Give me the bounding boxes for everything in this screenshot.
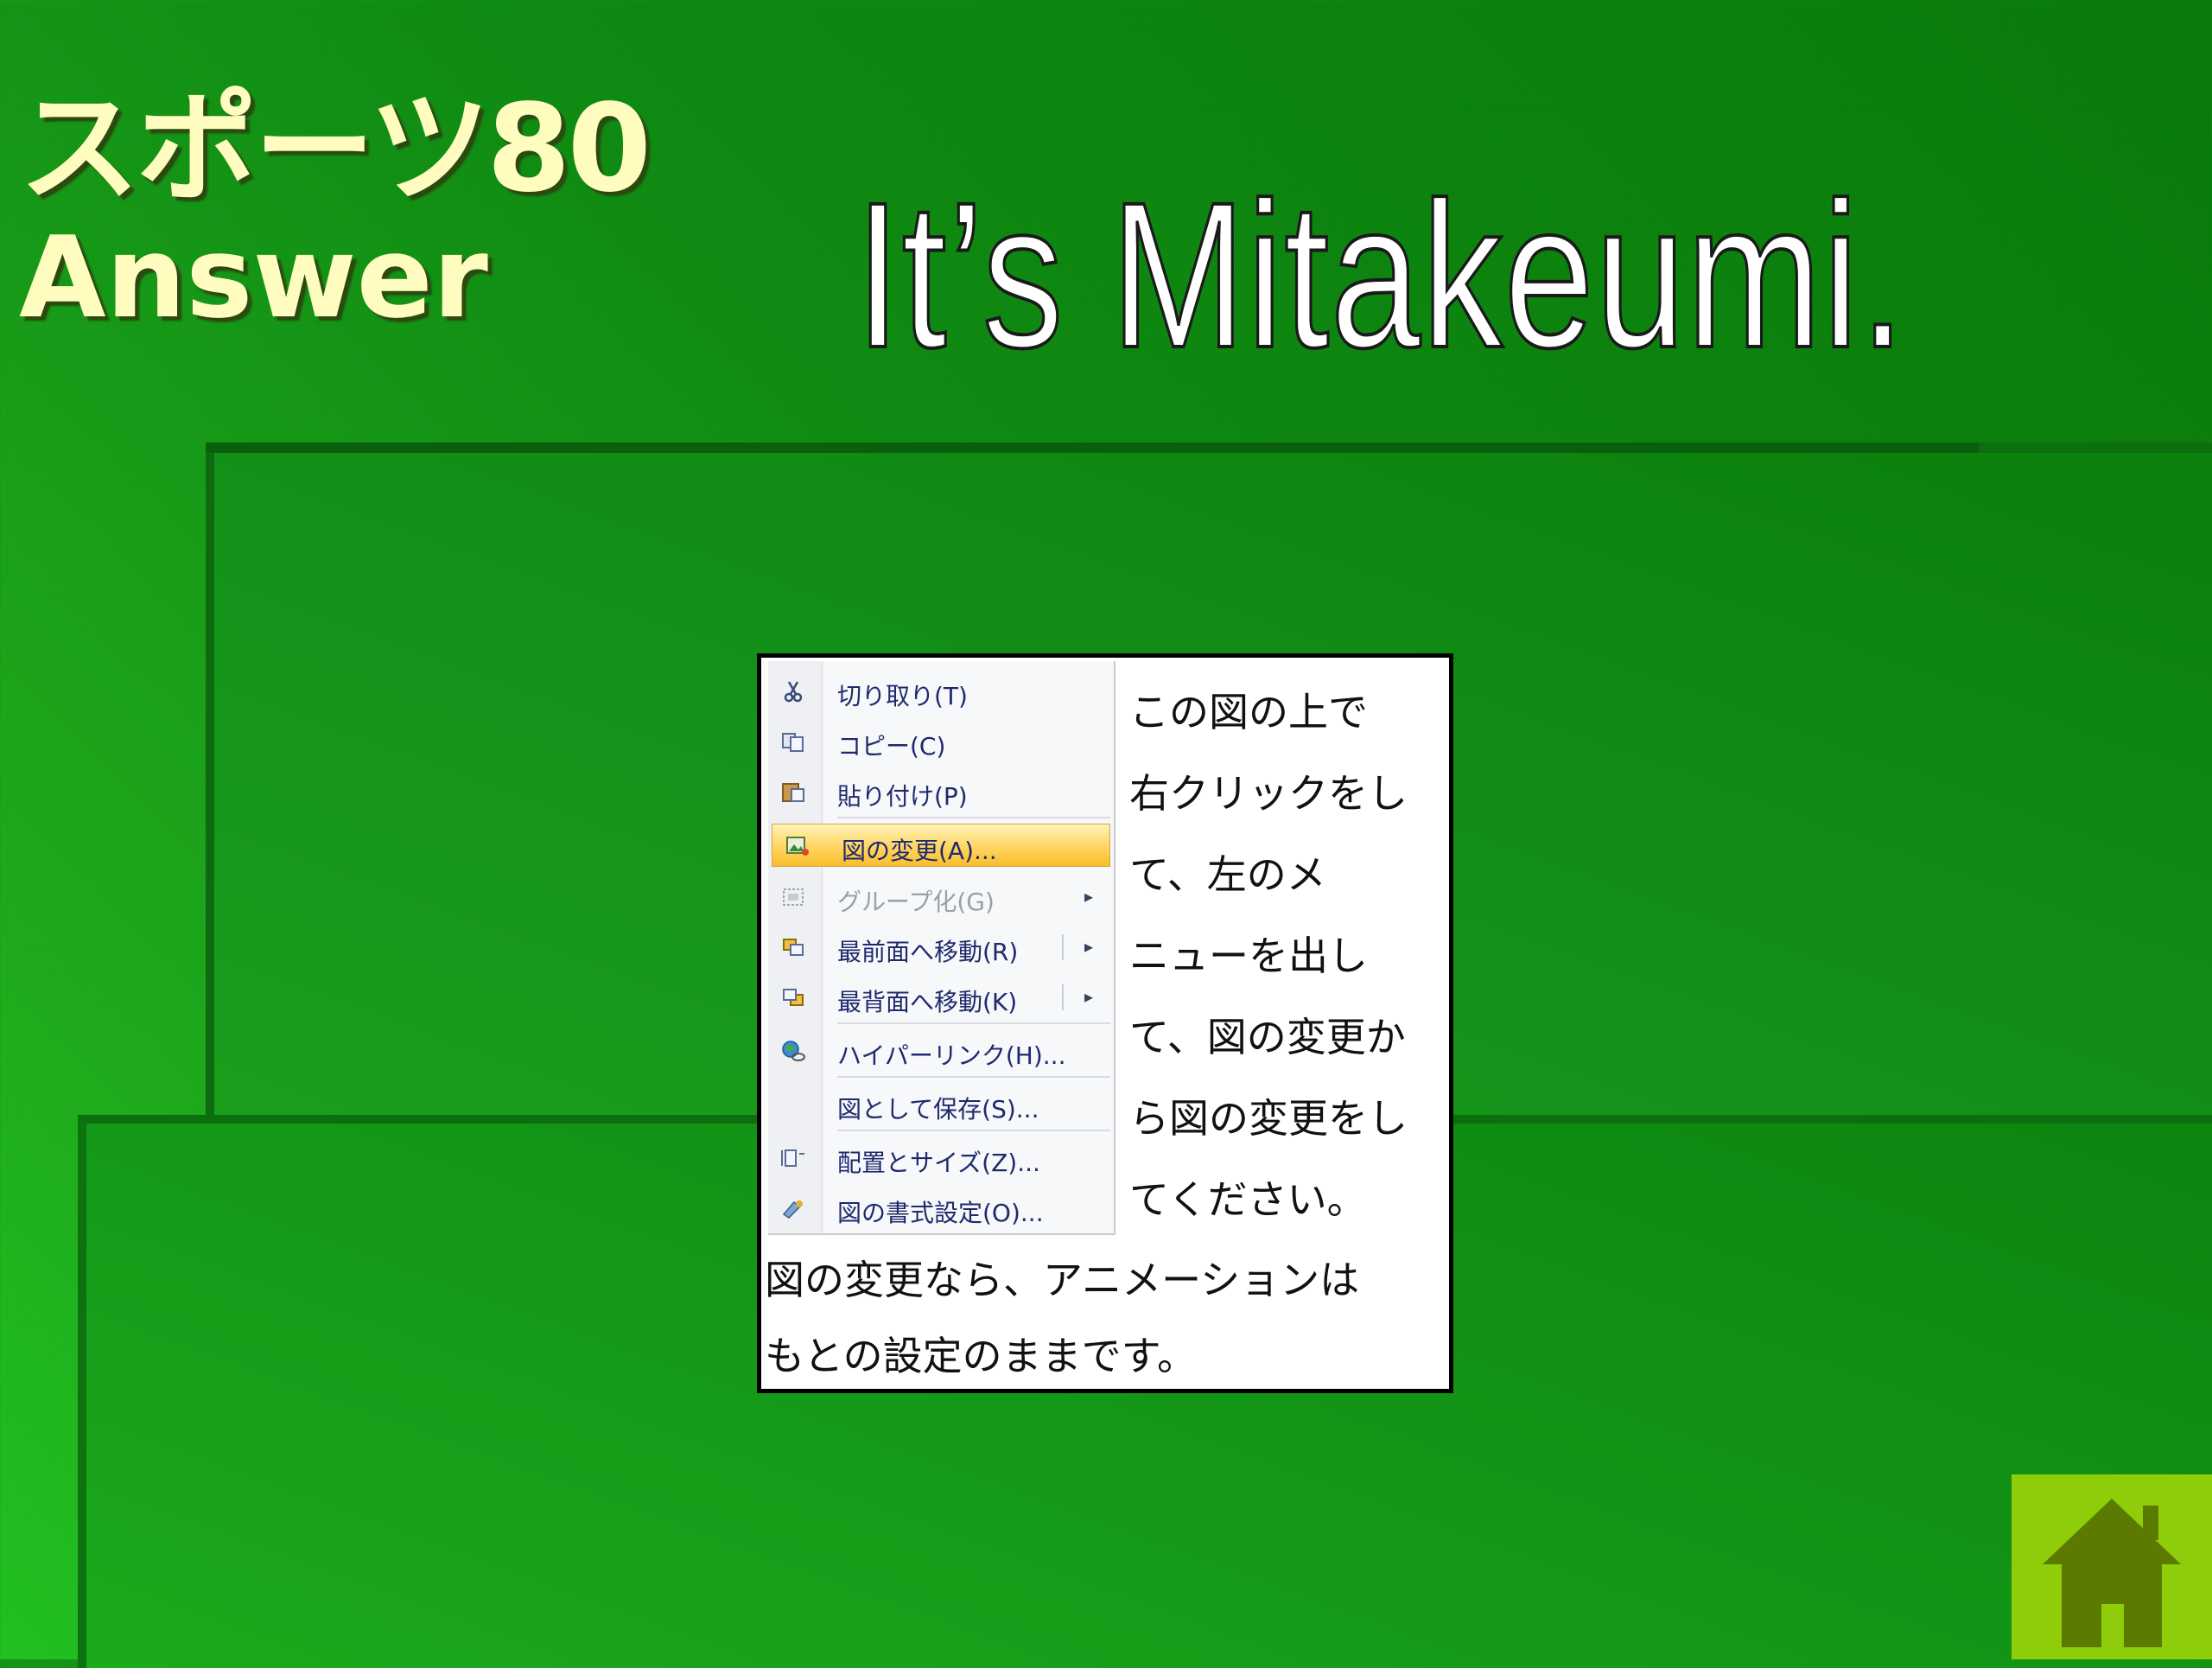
change-picture-icon: [785, 835, 810, 857]
slide-title: スポーツ80 Answer: [19, 79, 652, 343]
instruction-line: この図の上で: [1129, 689, 1368, 735]
menu-item-label: 図として保存(S)...: [837, 1095, 1039, 1124]
menu-item-label: 図の書式設定(O)...: [837, 1199, 1044, 1227]
scissors-icon: [780, 680, 806, 703]
menu-separator: [837, 817, 1110, 818]
menu-item-size-and-position: 配置とサイズ(Z)...: [768, 1136, 1114, 1180]
menu-item-cut: 切り取り(T): [768, 670, 1114, 713]
context-menu-image: 切り取り(T) コピー(C) 貼り付け(P) 図の変更(A)... グループ化(…: [768, 661, 1116, 1235]
menu-separator: [837, 1130, 1110, 1131]
menu-item-format-picture: 図の書式設定(O)...: [768, 1187, 1114, 1230]
instruction-line: てください。: [1129, 1176, 1367, 1223]
note-line: 図の変更なら、アニメーションは: [765, 1257, 1360, 1303]
menu-separator: [837, 1076, 1110, 1078]
instruction-line: ら図の変更をし: [1129, 1095, 1408, 1142]
size-position-icon: [780, 1147, 806, 1169]
menu-item-paste: 貼り付け(P): [768, 770, 1114, 813]
menu-item-hyperlink: ハイパーリンク(H)...: [768, 1029, 1114, 1073]
menu-item-label: 図の変更(A)...: [842, 837, 997, 865]
menu-item-copy: コピー(C): [768, 720, 1114, 763]
hyperlink-icon: [780, 1040, 806, 1062]
group-icon: [780, 886, 806, 908]
note-line: もとの設定のままです。: [765, 1333, 1198, 1379]
submenu-arrow-icon: ▸: [1084, 936, 1093, 957]
menu-item-label: ハイパーリンク(H)...: [837, 1041, 1066, 1070]
menu-split-divider: [1062, 934, 1064, 960]
instruction-line: て、図の変更か: [1129, 1014, 1406, 1060]
bring-to-front-icon: [780, 936, 806, 958]
menu-item-label: コピー(C): [837, 732, 946, 761]
submenu-arrow-icon: ▸: [1084, 986, 1093, 1007]
paste-icon: [780, 780, 806, 803]
menu-item-send-to-back: 最背面へ移動(K) ▸: [768, 976, 1114, 1019]
menu-item-save-as-picture: 図として保存(S)...: [768, 1083, 1114, 1126]
send-to-back-icon: [780, 986, 806, 1009]
animation-note: 図の変更なら、アニメーションは もとの設定のままです。: [765, 1242, 1447, 1394]
home-icon: [2043, 1499, 2181, 1647]
instruction-text: この図の上で 右クリックをし て、左のメ ニューを出し て、図の変更か ら図の変…: [1129, 672, 1440, 1240]
menu-item-label: 最前面へ移動(R): [837, 938, 1019, 966]
slide: スポーツ80 Answer It’s Mitakeumi. 切り取り(T) コピ…: [0, 0, 2212, 1668]
menu-item-label: グループ化(G): [837, 888, 995, 916]
menu-item-label: 最背面へ移動(K): [837, 988, 1018, 1016]
home-button[interactable]: [2012, 1474, 2212, 1659]
slide-title-answer: Answer: [19, 212, 488, 343]
instruction-line: ニューを出し: [1129, 933, 1368, 979]
menu-item-bring-to-front: 最前面へ移動(R) ▸: [768, 926, 1114, 969]
menu-item-label: 配置とサイズ(Z)...: [837, 1149, 1040, 1177]
menu-item-label: 貼り付け(P): [837, 782, 968, 811]
menu-split-divider: [1062, 984, 1064, 1010]
menu-separator: [837, 1022, 1110, 1024]
picture-placeholder[interactable]: 切り取り(T) コピー(C) 貼り付け(P) 図の変更(A)... グループ化(…: [757, 653, 1453, 1393]
menu-item-change-picture: 図の変更(A)...: [772, 824, 1110, 867]
panel-edge: [206, 442, 1979, 453]
menu-item-label: 切り取り(T): [837, 682, 968, 710]
instruction-line: て、左のメ: [1129, 851, 1326, 898]
format-picture-icon: [780, 1197, 806, 1219]
slide-title-category: スポーツ80: [19, 79, 652, 220]
instruction-line: 右クリックをし: [1129, 770, 1408, 817]
answer-headline: It’s Mitakeumi.: [854, 157, 1907, 392]
copy-icon: [780, 730, 806, 753]
submenu-arrow-icon: ▸: [1084, 886, 1093, 907]
menu-item-group: グループ化(G) ▸: [768, 875, 1114, 919]
